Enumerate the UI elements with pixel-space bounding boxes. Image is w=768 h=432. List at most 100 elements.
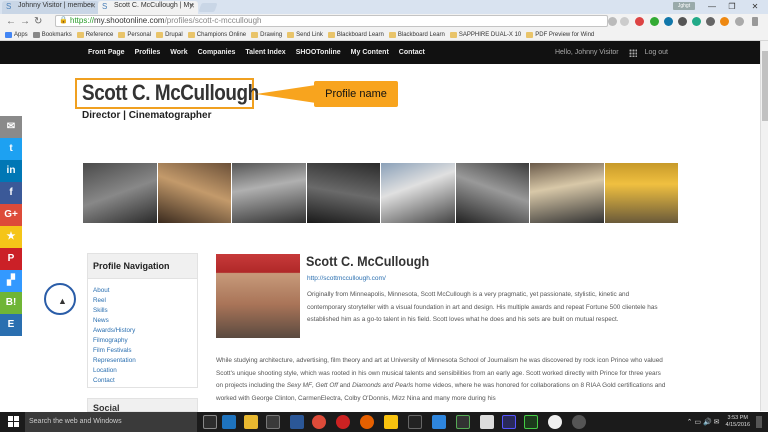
bookmark-item[interactable]: SAPPHIRE DUAL-X 10 [449, 31, 521, 38]
folder-icon [118, 31, 126, 38]
tab-johnny-visitor[interactable]: S Johnny Visitor | member ✕ [2, 1, 99, 14]
dreamweaver-icon[interactable] [524, 415, 538, 429]
profile-nav-link[interactable]: Contact [93, 376, 197, 386]
bookmark-item[interactable]: Apps [5, 31, 28, 38]
notifications-icon[interactable] [756, 416, 762, 428]
facebook-icon[interactable]: f [0, 182, 22, 204]
profile-nav-link[interactable]: About [93, 286, 197, 296]
site-menu-item[interactable]: Front Page [88, 49, 125, 56]
bookmark-item[interactable]: Blackboard Learn [388, 31, 445, 38]
star-icon[interactable]: ★ [0, 226, 22, 248]
url-path: /profiles/scott-c-mccullough [164, 16, 262, 25]
page-scrollbar[interactable] [760, 41, 768, 411]
browser-user-badge[interactable]: Jghgt [673, 2, 695, 10]
app-icon[interactable] [290, 415, 304, 429]
bookmark-item[interactable]: Reference [76, 31, 113, 38]
menu-icon[interactable] [752, 17, 758, 26]
folder-icon[interactable] [384, 415, 398, 429]
profile-nav-link[interactable]: News [93, 316, 197, 326]
profile-nav-link[interactable]: Reel [93, 296, 197, 306]
minimize-icon[interactable]: — [702, 0, 722, 14]
tray-icons[interactable]: ⌃ ▭ 🔊 ✉ [687, 419, 720, 426]
opera-icon[interactable] [336, 415, 350, 429]
profile-website-link[interactable]: http://scottmccullough.com/ [307, 275, 386, 282]
extension-green-icon[interactable] [650, 17, 659, 26]
apps-grid-icon[interactable] [628, 48, 637, 57]
bookmark-item[interactable]: Bookmarks [32, 31, 72, 38]
extension-dark-icon[interactable] [678, 17, 687, 26]
back-icon[interactable]: ← [6, 15, 16, 28]
new-tab-button[interactable] [198, 3, 218, 12]
extension-blue-icon[interactable] [664, 17, 673, 26]
shield-extension-icon[interactable] [608, 17, 617, 26]
site-menu-item[interactable]: Companies [198, 49, 236, 56]
mail-icon[interactable]: ✉ [0, 116, 22, 138]
profile-nav-link[interactable]: Representation [93, 356, 197, 366]
address-bar[interactable]: 🔒 https://my.shootonline.com/profiles/sc… [55, 15, 608, 27]
site-menu-item[interactable]: SHOOTonline [296, 49, 341, 56]
extension-red-icon[interactable] [635, 17, 644, 26]
tab-scott-mccullough[interactable]: S Scott C. McCullough | My ✕ [98, 1, 198, 14]
app-outline-icon[interactable] [456, 415, 470, 429]
clock[interactable]: 3:53 PM 4/15/2016 [726, 415, 750, 429]
store-icon[interactable] [266, 415, 280, 429]
app-blue-icon[interactable] [432, 415, 446, 429]
evernote-icon[interactable]: E [0, 314, 22, 336]
profile-nav-link[interactable]: Filmography [93, 336, 197, 346]
restore-icon[interactable]: ❐ [722, 0, 742, 14]
task-view-icon[interactable] [203, 415, 217, 429]
scrollbar-thumb[interactable] [762, 51, 768, 121]
extension-misc-icon[interactable] [735, 17, 744, 26]
google-plus-icon[interactable]: G+ [0, 204, 22, 226]
bookmark-item[interactable]: Champions Online [187, 31, 247, 38]
file-explorer-icon[interactable] [244, 415, 258, 429]
logout-link[interactable]: Log out [645, 49, 668, 56]
bookmark-label: Bookmarks [41, 31, 72, 38]
bookmark-item[interactable]: Personal [118, 31, 151, 38]
forward-icon[interactable]: → [20, 15, 30, 28]
site-menu-item[interactable]: Talent Index [245, 49, 285, 56]
firefox-icon[interactable] [360, 415, 374, 429]
site-menu-item[interactable]: Work [170, 49, 187, 56]
pinterest-icon[interactable]: P [0, 248, 22, 270]
folder-icon [156, 31, 164, 38]
bookmark-item[interactable]: Send Link [287, 31, 323, 38]
delicious-icon[interactable]: ▞ [0, 270, 22, 292]
chrome-icon[interactable] [312, 415, 326, 429]
star-bookmark-icon[interactable] [620, 17, 629, 26]
app-dark-icon[interactable] [408, 415, 422, 429]
folder-icon [251, 31, 259, 38]
tab-title: Scott C. McCullough | My [114, 2, 193, 9]
bookmark-item[interactable]: PDF Preview for Wind [526, 31, 594, 38]
extension-gray-icon[interactable] [706, 17, 715, 26]
apps-icon [5, 31, 12, 38]
close-tab-icon[interactable]: ✕ [90, 2, 96, 10]
close-window-icon[interactable]: ✕ [742, 0, 768, 14]
profile-nav-link[interactable]: Skills [93, 306, 197, 316]
twitter-icon[interactable]: t [0, 138, 22, 160]
app-light-icon[interactable] [480, 415, 494, 429]
windows-start-icon[interactable] [8, 416, 19, 427]
reload-icon[interactable]: ↻ [34, 15, 42, 28]
profile-nav-link[interactable]: Awards/History [93, 326, 197, 336]
site-menu-item[interactable]: Contact [399, 49, 425, 56]
bio-title: Sexy MF [286, 382, 312, 389]
photoshop-icon[interactable] [502, 415, 516, 429]
site-menu-item[interactable]: Profiles [135, 49, 161, 56]
media-icon[interactable] [548, 415, 562, 429]
bookmark-item[interactable]: Drawing [251, 31, 282, 38]
site-menu-item[interactable]: My Content [351, 49, 389, 56]
bookmark-label: Champions Online [196, 31, 247, 38]
hatena-icon[interactable]: B! [0, 292, 22, 314]
extension-teal-icon[interactable] [692, 17, 701, 26]
profile-nav-link[interactable]: Film Festivals [93, 346, 197, 356]
bookmark-item[interactable]: Drupal [156, 31, 183, 38]
edge-icon[interactable] [222, 415, 236, 429]
close-tab-icon[interactable]: ✕ [189, 2, 195, 10]
profile-nav-link[interactable]: Location [93, 366, 197, 376]
extension-orange-icon[interactable] [720, 17, 729, 26]
bookmark-item[interactable]: Blackboard Learn [327, 31, 384, 38]
taskbar-search[interactable]: Search the web and Windows [25, 412, 197, 432]
linkedin-icon[interactable]: in [0, 160, 22, 182]
record-icon[interactable] [572, 415, 586, 429]
